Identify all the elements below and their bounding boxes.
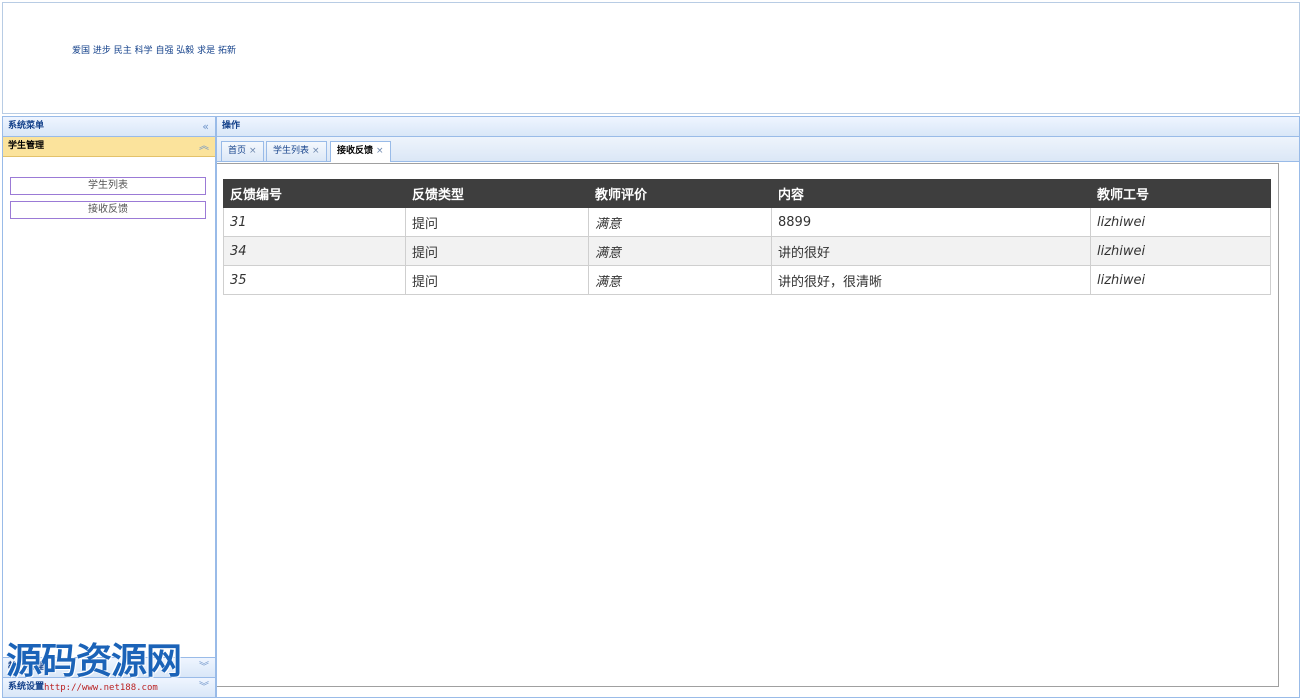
- double-chevron-up-icon[interactable]: ︽: [199, 137, 209, 156]
- tab-label: 接收反馈: [337, 146, 374, 156]
- accordion-title: 学生管理: [8, 141, 45, 151]
- close-icon[interactable]: ×: [376, 146, 384, 156]
- main-panel-title: 操作: [222, 121, 241, 131]
- close-icon[interactable]: ×: [312, 146, 320, 156]
- cell-type: 提问: [405, 207, 589, 237]
- tab-home[interactable]: 首页 ×: [221, 141, 264, 161]
- sidebar-header: 系统菜单 «: [3, 117, 215, 137]
- accordion-body: 学生列表 接收反馈: [3, 157, 215, 219]
- column-header[interactable]: 内容: [771, 179, 1091, 208]
- table-header-row: 反馈编号 反馈类型 教师评价 内容 教师工号: [223, 179, 1271, 208]
- cell-content: 8899: [771, 207, 1091, 237]
- table-row[interactable]: 31 提问 满意 8899 lizhiwei: [223, 207, 1271, 237]
- cell-type: 提问: [405, 236, 589, 266]
- app-header: 爱国 进步 民主 科学 自强 弘毅 求是 拓新: [2, 2, 1300, 114]
- cell-id: 34: [223, 236, 406, 266]
- tab-label: 首页: [228, 146, 247, 156]
- tab-label: 学生列表: [273, 146, 310, 156]
- header-motto: 爱国 进步 民主 科学 自强 弘毅 求是 拓新: [72, 46, 237, 56]
- column-header[interactable]: 反馈类型: [405, 179, 589, 208]
- sidebar-panel: 系统菜单 « 学生管理 ︽ 学生列表 接收反馈 教师管理 ︾ 系统设置 ︾: [2, 116, 216, 698]
- main-panel-header: 操作: [217, 117, 1299, 137]
- feedback-table: 反馈编号 反馈类型 教师评价 内容 教师工号 31 提问 满意 8899 liz…: [223, 179, 1271, 295]
- cell-teacher-id: lizhiwei: [1090, 236, 1271, 266]
- sidebar-title: 系统菜单: [8, 121, 45, 131]
- watermark-url: http://www.net188.com: [44, 683, 158, 693]
- cell-id: 31: [223, 207, 406, 237]
- table-row[interactable]: 34 提问 满意 讲的很好 lizhiwei: [223, 236, 1271, 266]
- menu-receive-feedback-button[interactable]: 接收反馈: [10, 201, 206, 219]
- cell-id: 35: [223, 265, 406, 295]
- cell-teacher-id: lizhiwei: [1090, 207, 1271, 237]
- cell-type: 提问: [405, 265, 589, 295]
- table-row[interactable]: 35 提问 满意 讲的很好，很清晰 lizhiwei: [223, 265, 1271, 295]
- accordion-student-management[interactable]: 学生管理 ︽: [3, 137, 215, 157]
- cell-teacher-id: lizhiwei: [1090, 265, 1271, 295]
- double-chevron-down-icon[interactable]: ︾: [199, 658, 209, 677]
- tab-receive-feedback[interactable]: 接收反馈 ×: [330, 141, 391, 162]
- cell-rating: 满意: [588, 265, 772, 295]
- main-panel: 操作 首页 × 学生列表 × 接收反馈 × 反馈编号 反馈类型 教师评价 内容 教师工…: [216, 116, 1300, 698]
- cell-rating: 满意: [588, 236, 772, 266]
- tab-content: 反馈编号 反馈类型 教师评价 内容 教师工号 31 提问 满意 8899 liz…: [217, 163, 1279, 687]
- column-header[interactable]: 教师工号: [1090, 179, 1271, 208]
- column-header[interactable]: 反馈编号: [223, 179, 406, 208]
- column-header[interactable]: 教师评价: [588, 179, 772, 208]
- tab-strip: 首页 × 学生列表 × 接收反馈 ×: [217, 137, 1299, 162]
- cell-rating: 满意: [588, 207, 772, 237]
- menu-student-list-button[interactable]: 学生列表: [10, 177, 206, 195]
- watermark-logo: 源码资源网: [6, 641, 182, 682]
- cell-content: 讲的很好，很清晰: [771, 265, 1091, 295]
- close-icon[interactable]: ×: [249, 146, 257, 156]
- tab-student-list[interactable]: 学生列表 ×: [266, 141, 327, 161]
- cell-content: 讲的很好: [771, 236, 1091, 266]
- double-chevron-down-icon[interactable]: ︾: [199, 678, 209, 697]
- double-chevron-left-icon[interactable]: «: [202, 117, 209, 136]
